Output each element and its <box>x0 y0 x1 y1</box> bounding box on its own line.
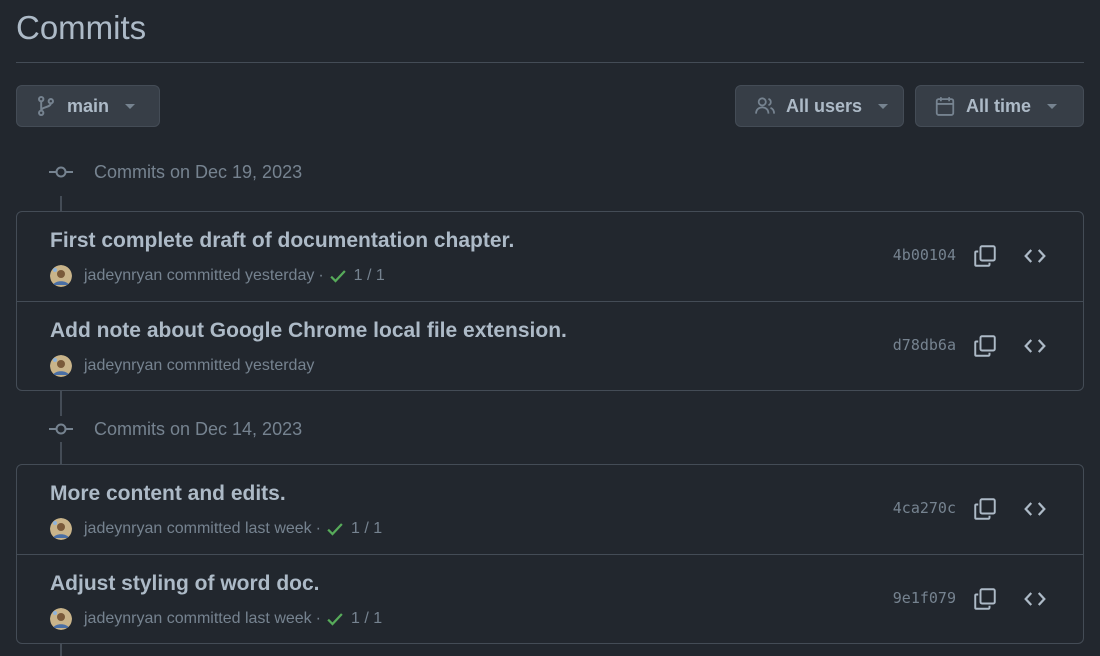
commit-sha-link[interactable]: d78db6a <box>893 336 956 354</box>
separator-dot: · <box>315 520 321 537</box>
ci-status-count[interactable]: 1 / 1 <box>351 610 382 628</box>
timeline-connector <box>60 643 62 656</box>
commit-time: committed yesterday <box>166 267 315 284</box>
separator-dot: · <box>315 610 321 627</box>
branch-selector-button[interactable]: main <box>16 85 160 127</box>
commit-sha-link[interactable]: 9e1f079 <box>893 589 956 607</box>
commit-meta: jadeynryan committed last week · 1 / 1 <box>50 607 382 631</box>
separator-dot: · <box>318 267 324 284</box>
commit-list: More content and edits. jadeynryan commi… <box>16 464 1084 644</box>
chevron-down-icon <box>1047 103 1058 109</box>
browse-code-icon[interactable] <box>1021 585 1049 613</box>
chevron-down-icon <box>878 103 889 109</box>
page-title: Commits <box>16 9 147 46</box>
commit-author-link[interactable]: jadeynryan <box>84 267 162 285</box>
commit-row: Adjust styling of word doc. jadeynryan c… <box>17 554 1083 643</box>
git-commit-icon <box>48 417 74 441</box>
browse-code-icon[interactable] <box>1021 332 1049 360</box>
commit-meta: jadeynryan committed yesterday · 1 / 1 <box>50 264 385 288</box>
commit-time: committed last week <box>166 610 312 627</box>
chevron-down-icon <box>125 103 136 109</box>
browse-code-icon[interactable] <box>1021 242 1049 270</box>
avatar[interactable] <box>50 355 72 377</box>
copy-icon[interactable] <box>971 585 999 613</box>
commit-message-link[interactable]: More content and edits. <box>50 482 286 506</box>
ci-status-count[interactable]: 1 / 1 <box>351 520 382 538</box>
git-commit-icon <box>48 160 74 184</box>
copy-icon[interactable] <box>971 332 999 360</box>
check-icon[interactable] <box>328 266 348 286</box>
title-divider <box>16 62 1084 63</box>
users-filter-label: All users <box>786 95 863 116</box>
commit-list: First complete draft of documentation ch… <box>16 211 1084 391</box>
commit-group-date: Commits on Dec 14, 2023 <box>94 418 303 439</box>
avatar[interactable] <box>50 265 72 287</box>
commit-group-heading: Commits on Dec 14, 2023 <box>48 417 302 441</box>
timeline-connector <box>60 442 62 465</box>
commits-page: Commits main All users All time Commits … <box>0 0 1100 656</box>
calendar-icon <box>934 95 956 117</box>
commit-row: Add note about Google Chrome local file … <box>17 301 1083 390</box>
commit-message-link[interactable]: Add note about Google Chrome local file … <box>50 319 567 343</box>
time-filter-button[interactable]: All time <box>915 85 1084 127</box>
commit-sha-link[interactable]: 4b00104 <box>893 246 956 264</box>
browse-code-icon[interactable] <box>1021 495 1049 523</box>
git-branch-icon <box>35 95 57 117</box>
commit-group-date: Commits on Dec 19, 2023 <box>94 161 303 182</box>
commit-row: More content and edits. jadeynryan commi… <box>17 465 1083 554</box>
copy-icon[interactable] <box>971 242 999 270</box>
branch-selector-label: main <box>67 95 110 116</box>
users-filter-button[interactable]: All users <box>735 85 904 127</box>
avatar[interactable] <box>50 608 72 630</box>
timeline-connector <box>60 196 62 212</box>
commit-author-link[interactable]: jadeynryan <box>84 610 162 628</box>
commit-time: committed yesterday <box>166 357 315 374</box>
commit-time: committed last week <box>166 520 312 537</box>
commit-meta: jadeynryan committed last week · 1 / 1 <box>50 517 382 541</box>
check-icon[interactable] <box>325 519 345 539</box>
ci-status-count[interactable]: 1 / 1 <box>354 267 385 285</box>
check-icon[interactable] <box>325 609 345 629</box>
commit-group-heading: Commits on Dec 19, 2023 <box>48 160 302 184</box>
commit-message-link[interactable]: First complete draft of documentation ch… <box>50 229 514 253</box>
time-filter-label: All time <box>966 95 1032 116</box>
copy-icon[interactable] <box>971 495 999 523</box>
people-icon <box>754 95 776 117</box>
commit-author-link[interactable]: jadeynryan <box>84 357 162 375</box>
commit-sha-link[interactable]: 4ca270c <box>893 499 956 517</box>
avatar[interactable] <box>50 518 72 540</box>
commit-row: First complete draft of documentation ch… <box>17 212 1083 301</box>
commit-author-link[interactable]: jadeynryan <box>84 520 162 538</box>
commit-meta: jadeynryan committed yesterday <box>50 354 314 378</box>
commit-message-link[interactable]: Adjust styling of word doc. <box>50 572 320 596</box>
timeline-connector <box>60 390 62 416</box>
